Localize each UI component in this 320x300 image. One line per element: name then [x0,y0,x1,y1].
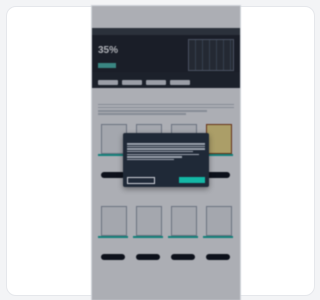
cookie-consent-modal [123,133,209,187]
accept-cookies-button[interactable] [179,177,205,183]
manage-cookies-button[interactable] [127,177,155,184]
website-screenshot: 35% [92,6,240,300]
modal-body [127,142,205,161]
